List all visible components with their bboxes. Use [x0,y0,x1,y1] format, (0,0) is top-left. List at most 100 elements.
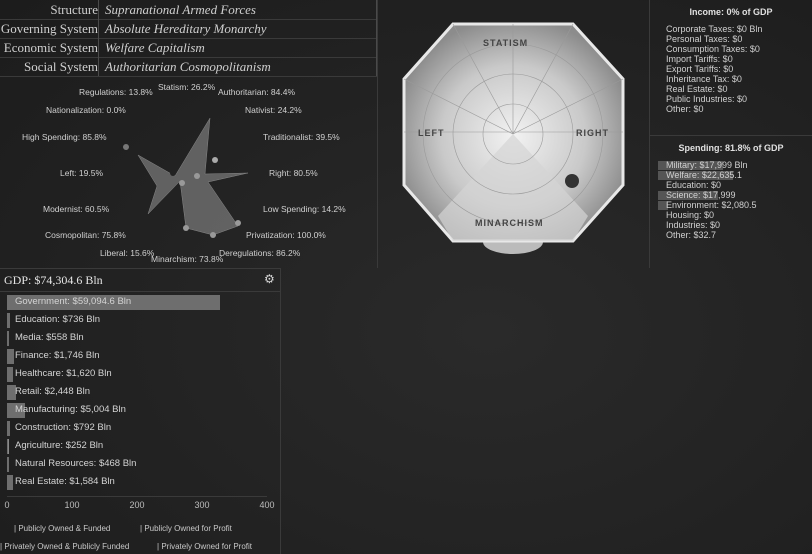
income-item: Real Estate: $0 [666,84,728,94]
spending-item: Environment: $2,080.5 [650,200,812,210]
gdp-sector-row[interactable]: Media: $558 Bln [7,331,267,348]
info-label: Governing System [0,21,98,36]
gdp-bar-label: Media: $558 Bln [15,332,84,343]
radar-point [183,225,189,231]
gdp-sector-row[interactable]: Government: $59,094.6 Bln [7,295,267,312]
gdp-axis-line [7,496,267,497]
radar-label-cosmopolitan: Cosmopolitan: 75.8% [45,230,126,240]
gdp-bar-label: Manufacturing: $5,004 Bln [15,404,126,415]
income-item: Corporate Taxes: $0 Bln [666,24,763,34]
info-value: Authoritarian Cosmopolitanism [98,57,377,76]
radar-point [210,232,216,238]
gdp-bar-label: Education: $736 Bln [15,314,101,325]
gdp-bar [7,313,10,328]
gdp-axis-tick-label: 200 [129,500,145,510]
radar-point [235,220,241,226]
compass-label-bottom: MINARCHISM [475,218,544,228]
spending-item-label: Other: $32.7 [666,230,717,240]
gdp-bar [7,439,8,454]
gdp-sector-row[interactable]: Healthcare: $1,620 Bln [7,367,267,384]
gdp-bar [7,421,10,436]
income-item: Inheritance Tax: $0 [666,74,742,84]
gdp-bar [7,457,9,472]
compass-label-right: RIGHT [576,128,609,138]
radar-label-authoritarian: Authoritarian: 84.4% [218,87,296,97]
gdp-sector-row[interactable]: Manufacturing: $5,004 Bln [7,403,267,420]
radar-label-regulations: Regulations: 13.8% [79,87,153,97]
gdp-bar-label: Construction: $792 Bln [15,422,112,433]
radar-label-liberal: Liberal: 15.6% [100,248,155,258]
radar-label-privatization: Privatization: 100.0% [246,230,326,240]
gdp-header: GDP: $74,304.6 Bln ⚙ [0,269,281,292]
radar-label-low-spending: Low Spending: 14.2% [263,204,346,214]
gdp-axis-tick-label: 0 [4,500,10,510]
gdp-bar [7,367,13,382]
info-value: Supranational Armed Forces [98,0,377,19]
legend-item-private-funded: | Privately Owned & Publicly Funded [0,542,130,551]
spending-item: Military: $17,999 Bln [650,160,812,170]
gdp-bar-label: Government: $59,094.6 Bln [15,296,132,307]
spending-title: Spending: 81.8% of GDP [678,143,784,153]
legend-item-public-funded: | Publicly Owned & Funded [14,524,111,533]
gdp-axis-tick-label: 300 [194,500,210,510]
gdp-bar-label: Healthcare: $1,620 Bln [15,368,112,379]
radar-label-nativist: Nativist: 24.2% [245,105,302,115]
info-label: Social System [23,59,98,74]
radar-point [179,180,185,186]
info-row-social-system: Social System Authoritarian Cosmopolitan… [0,57,377,77]
info-row-structure: Structure Supranational Armed Forces [0,0,377,20]
spending-panel: Spending: 81.8% of GDP Military: $17,999… [650,135,812,268]
gdp-sector-row[interactable]: Real Estate: $1,584 Bln [7,475,267,492]
gdp-axis-tick-label: 400 [259,500,275,510]
spending-item-label: Environment: $2,080.5 [666,200,757,210]
compass-label-top: STATISM [483,38,529,48]
info-label: Structure [50,2,98,17]
radar-label-minarchism: Minarchism: 73.8% [151,254,224,264]
radar-point [194,173,200,179]
gdp-sector-row[interactable]: Retail: $2,448 Bln [7,385,267,402]
legend-item-private-profit: | Privately Owned for Profit [157,542,253,551]
spending-item-label: Science: $17,999 [666,190,736,200]
spending-item: Other: $32.7 [650,230,812,240]
gdp-sector-row[interactable]: Finance: $1,746 Bln [7,349,267,366]
radar-point [123,144,129,150]
income-item: Export Tariffs: $0 [666,64,734,74]
radar-label-statism: Statism: 26.2% [158,82,216,92]
spending-item-label: Industries: $0 [666,220,721,230]
income-title: Income: 0% of GDP [689,7,773,17]
gdp-bar-label: Natural Resources: $468 Bln [15,458,137,469]
gdp-bar [7,349,14,364]
radar-label-traditionalist: Traditionalist: 39.5% [263,132,340,142]
spending-item-label: Welfare: $22,635.1 [666,170,742,180]
gdp-axis-tick-label: 100 [64,500,80,510]
radar-point [170,170,176,176]
radar-label-left: Left: 19.5% [60,168,104,178]
gdp-sector-row[interactable]: Natural Resources: $468 Bln [7,457,267,474]
spending-item: Welfare: $22,635.1 [650,170,812,180]
info-label: Economic System [3,40,98,55]
legend-item-public-profit: | Publicly Owned for Profit [140,524,232,533]
radar-label-right: Right: 80.5% [269,168,318,178]
spending-item-label: Housing: $0 [666,210,715,220]
gdp-panel: GDP: $74,304.6 Bln ⚙ Government: $59,094… [0,268,281,554]
gdp-bar-label: Real Estate: $1,584 Bln [15,476,115,487]
info-value: Welfare Capitalism [98,38,377,57]
ideology-radar-chart: Regulations: 13.8% Statism: 26.2% Author… [0,78,377,268]
spending-item: Industries: $0 [650,220,812,230]
spending-item: Education: $0 [650,180,812,190]
gdp-sector-row[interactable]: Agriculture: $252 Bln [7,439,267,456]
income-item: Other: $0 [666,104,704,114]
gdp-title: GDP: $74,304.6 Bln [4,273,103,287]
gdp-bar-label: Agriculture: $252 Bln [15,440,104,451]
spending-item: Housing: $0 [650,210,812,220]
nation-position-marker [565,174,579,188]
income-panel: Income: 0% of GDP Corporate Taxes: $0 Bl… [650,0,812,134]
gdp-sector-row[interactable]: Construction: $792 Bln [7,421,267,438]
income-item: Personal Taxes: $0 [666,34,743,44]
spending-item-label: Military: $17,999 Bln [666,160,748,170]
government-info-table: Structure Supranational Armed Forces Gov… [0,0,377,78]
gdp-sector-row[interactable]: Education: $736 Bln [7,313,267,330]
gdp-bar [7,331,9,346]
gdp-bar-label: Finance: $1,746 Bln [15,350,100,361]
gear-icon[interactable]: ⚙ [264,272,275,286]
